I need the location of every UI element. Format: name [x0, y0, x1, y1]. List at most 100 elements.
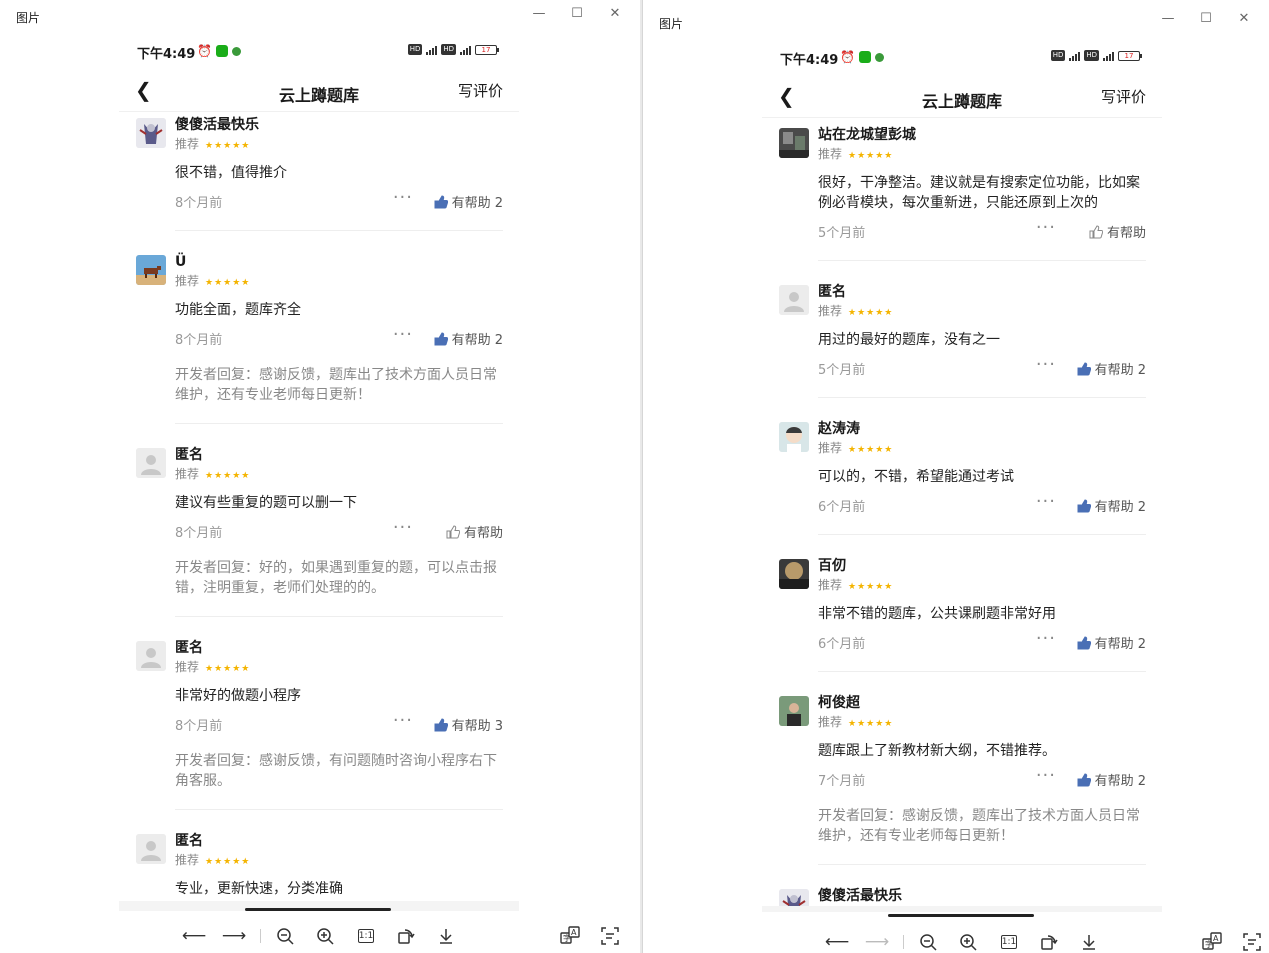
recommend-line: 推荐 ★★★★★: [818, 575, 1146, 597]
reviewer-name: 匿名: [175, 447, 203, 463]
helpful-button[interactable]: 有帮助 2: [1077, 496, 1146, 515]
thumbs-up-icon: [434, 194, 448, 208]
recommend-line: 推荐 ★★★★★: [818, 712, 1146, 734]
actual-size-button[interactable]: 1:1: [354, 924, 378, 948]
arrow-right-icon[interactable]: ⟶: [222, 924, 246, 948]
phone-screenshot: 下午4:49 ⏰ HD HD 17 ❮ 云上蹲题库 写评价 站在龙城望彭城 推荐 ★…: [762, 38, 1162, 912]
more-options-icon[interactable]: ···: [393, 324, 413, 345]
helpful-button[interactable]: 有帮助: [1089, 222, 1146, 241]
recommend-line: 推荐 ★★★★★: [175, 134, 503, 156]
more-options-icon[interactable]: ···: [393, 517, 413, 538]
avatar[interactable]: [136, 834, 166, 864]
app-notification-icon: [231, 46, 241, 56]
review-list[interactable]: 傻傻活最快乐 推荐 ★★★★★ 很不错，值得推介 8个月前 ··· 有帮助 2 Ü 推荐 ★★★★…: [119, 114, 519, 903]
avatar[interactable]: [136, 641, 166, 671]
ocr-icon[interactable]: [598, 924, 622, 948]
thumbs-up-icon: [1089, 224, 1103, 238]
review-divider: [818, 260, 1146, 261]
review-item: 傻傻活最快乐 推荐 ★★★★★ 很不错，值得推介 8个月前 ··· 有帮助 2: [119, 114, 519, 231]
phone-screenshot: 下午4:49 ⏰ HD HD 17 ❮ 云上蹲题库 写评价 傻傻活最快乐 推荐 ★★…: [119, 32, 519, 911]
arrow-left-icon[interactable]: ⟵: [182, 924, 206, 948]
helpful-button[interactable]: 有帮助 2: [434, 329, 503, 348]
avatar[interactable]: [779, 128, 809, 158]
rotate-icon[interactable]: [1037, 930, 1061, 953]
hd-icon: HD: [441, 44, 456, 55]
image-viewer-window-left: 图片 — ☐ ✕ 下午4:49 ⏰ HD HD 17 ❮ 云上蹲题库 写评价 傻…: [0, 0, 640, 953]
thumbs-up-icon: [1077, 361, 1091, 375]
avatar[interactable]: [136, 255, 166, 285]
zoom-out-icon[interactable]: [273, 924, 297, 948]
helpful-button[interactable]: 有帮助 2: [1077, 633, 1146, 652]
maximize-button[interactable]: ☐: [1187, 8, 1225, 28]
avatar[interactable]: [779, 285, 809, 315]
avatar[interactable]: [779, 559, 809, 589]
maximize-button[interactable]: ☐: [558, 3, 596, 23]
translate-icon[interactable]: 字A: [1200, 930, 1224, 953]
more-options-icon[interactable]: ···: [1036, 628, 1056, 649]
translate-icon[interactable]: 字A: [558, 924, 582, 948]
zoom-out-icon[interactable]: [916, 930, 940, 953]
avatar[interactable]: [779, 889, 809, 906]
review-footer: 5个月前 ··· 有帮助: [818, 217, 1146, 242]
review-item: 匿名 推荐 ★★★★★ 非常好的做题小程序 8个月前 ··· 有帮助 3 开发者回复：感谢反馈…: [119, 637, 519, 810]
recommend-line: 推荐 ★★★★★: [818, 301, 1146, 323]
avatar[interactable]: [136, 448, 166, 478]
recommend-line: 推荐 ★★★★★: [175, 657, 503, 679]
helpful-button[interactable]: 有帮助: [446, 522, 503, 541]
download-icon[interactable]: [1077, 930, 1101, 953]
signal-4g-icon: [1103, 51, 1114, 61]
ocr-icon[interactable]: [1240, 930, 1264, 953]
zoom-in-icon[interactable]: [313, 924, 337, 948]
rotate-icon[interactable]: [394, 924, 418, 948]
star-rating-icon: ★★★★★: [205, 857, 251, 867]
write-review-button[interactable]: 写评价: [1101, 86, 1146, 107]
download-icon[interactable]: [434, 924, 458, 948]
avatar[interactable]: [779, 422, 809, 452]
more-options-icon[interactable]: ···: [1036, 217, 1056, 238]
hd-icon: HD: [1050, 50, 1066, 61]
write-review-button[interactable]: 写评价: [458, 80, 503, 101]
recommend-line: 推荐 ★★★★★: [818, 438, 1146, 460]
actual-size-button[interactable]: 1:1: [997, 930, 1021, 953]
minimize-button[interactable]: —: [1149, 8, 1187, 28]
more-options-icon[interactable]: ···: [1036, 765, 1056, 786]
avatar[interactable]: [779, 696, 809, 726]
thumbs-up-icon: [434, 717, 448, 731]
arrow-right-icon[interactable]: ⟶: [865, 930, 889, 953]
review-item: 百仞 推荐 ★★★★★ 非常不错的题库，公共课刷题非常好用 6个月前 ··· 有帮助 2: [762, 555, 1162, 672]
review-divider: [818, 534, 1146, 535]
close-button[interactable]: ✕: [596, 3, 634, 23]
helpful-button[interactable]: 有帮助 2: [1077, 359, 1146, 378]
nav-bar: ❮ 云上蹲题库 写评价: [762, 76, 1162, 118]
signal-5g-icon: [426, 45, 438, 55]
signal-4g-icon: [460, 45, 471, 55]
more-options-icon[interactable]: ···: [1036, 491, 1056, 512]
review-text: 用过的最好的题库，没有之一: [818, 332, 1000, 348]
review-footer: 8个月前 ··· 有帮助: [175, 517, 503, 542]
helpful-button[interactable]: 有帮助 2: [1077, 770, 1146, 789]
minimize-button[interactable]: —: [520, 3, 558, 23]
close-button[interactable]: ✕: [1225, 8, 1263, 28]
recommend-label: 推荐: [818, 304, 843, 318]
thumbs-up-icon: [446, 524, 460, 538]
battery-icon: 17: [475, 44, 499, 55]
review-footer: 8个月前 ··· 有帮助 2: [175, 324, 503, 349]
zoom-in-icon[interactable]: [956, 930, 980, 953]
review-list[interactable]: 站在龙城望彭城 推荐 ★★★★★ 很好，干净整洁。建议就是有搜索定位功能，比如案例必背…: [762, 124, 1162, 906]
avatar[interactable]: [136, 118, 166, 148]
helpful-label: 有帮助: [1106, 226, 1146, 241]
helpful-button[interactable]: 有帮助 3: [434, 715, 503, 734]
more-options-icon[interactable]: ···: [1036, 354, 1056, 375]
gesture-handle: [888, 914, 1034, 917]
status-time: 下午4:49: [137, 47, 196, 62]
arrow-left-icon[interactable]: ⟵: [825, 930, 849, 953]
more-options-icon[interactable]: ···: [393, 710, 413, 731]
developer-reply: 开发者回复：感谢反馈，有问题随时咨询小程序右下角客服。: [175, 753, 497, 789]
review-item: 站在龙城望彭城 推荐 ★★★★★ 很好，干净整洁。建议就是有搜索定位功能，比如案例必背…: [762, 124, 1162, 261]
more-options-icon[interactable]: ···: [393, 187, 413, 208]
window-title: 图片: [659, 17, 684, 31]
thumbs-up-icon: [1077, 635, 1091, 649]
review-footer: 6个月前 ··· 有帮助 2: [818, 491, 1146, 516]
reviewer-name: 傻傻活最快乐: [175, 117, 259, 133]
helpful-button[interactable]: 有帮助 2: [434, 192, 503, 211]
